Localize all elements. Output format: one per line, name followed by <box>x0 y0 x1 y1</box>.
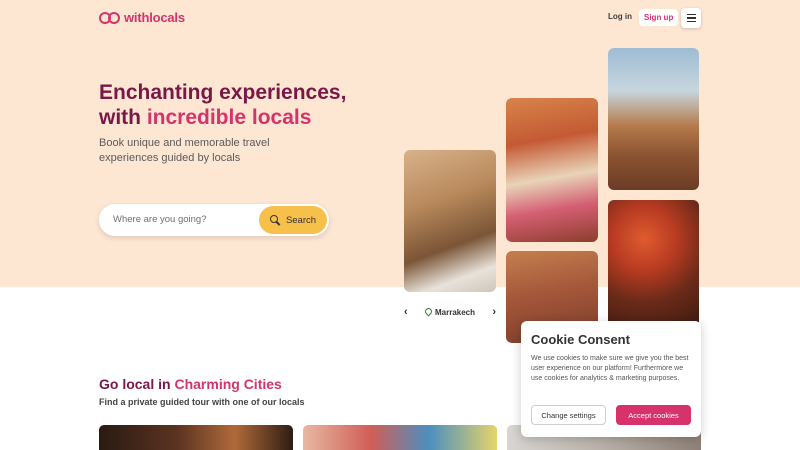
photo-carved-wall <box>404 150 496 292</box>
carousel-location: Marrakech <box>425 308 475 317</box>
cookie-title: Cookie Consent <box>531 332 630 347</box>
section-title: Go local in Charming Cities <box>99 376 282 392</box>
photo-koutoubia-minaret <box>608 48 699 190</box>
hero-title: Enchanting experiences, with incredible … <box>99 80 399 130</box>
section-title-prefix: Go local in <box>99 376 175 392</box>
cookie-consent-dialog: Cookie Consent We use cookies to make su… <box>521 321 701 437</box>
chevron-left-icon[interactable]: ‹ <box>404 306 408 318</box>
hero-title-line1: Enchanting experiences, <box>99 81 347 104</box>
city-card[interactable] <box>99 425 293 450</box>
search-icon <box>269 215 280 225</box>
city-card[interactable] <box>303 425 497 450</box>
section-subtitle: Find a private guided tour with one of o… <box>99 397 305 407</box>
cookie-buttons: Change settings Accept cookies <box>531 405 691 425</box>
chevron-right-icon[interactable]: › <box>492 306 496 318</box>
login-link[interactable]: Log in <box>608 12 632 21</box>
logo-text: withlocals <box>124 10 185 25</box>
search-bar: Where are you going? Search <box>99 204 329 236</box>
search-input[interactable]: Where are you going? <box>113 214 206 225</box>
photo-travelers-street <box>506 98 598 242</box>
search-button[interactable]: Search <box>259 206 327 234</box>
signup-button[interactable]: Sign up <box>639 9 679 26</box>
logo[interactable]: withlocals <box>99 10 185 25</box>
hero-subtitle: Book unique and memorable travel experie… <box>99 137 270 164</box>
logo-icon <box>99 11 121 25</box>
cookie-text: We use cookies to make sure we give you … <box>531 355 689 382</box>
hero-title-prefix: with <box>99 106 147 129</box>
location-carousel: ‹ Marrakech › <box>404 304 496 320</box>
section-title-accent: Charming Cities <box>174 376 282 392</box>
photo-tagine-food <box>608 200 699 330</box>
location-label: Marrakech <box>434 307 476 317</box>
hamburger-icon <box>686 13 696 16</box>
menu-button[interactable] <box>681 8 701 28</box>
pin-icon <box>425 308 432 317</box>
change-settings-button[interactable]: Change settings <box>531 405 606 425</box>
search-button-label: Search <box>285 214 317 226</box>
hero-title-accent: incredible locals <box>146 106 312 129</box>
accept-cookies-button[interactable]: Accept cookies <box>616 405 691 425</box>
